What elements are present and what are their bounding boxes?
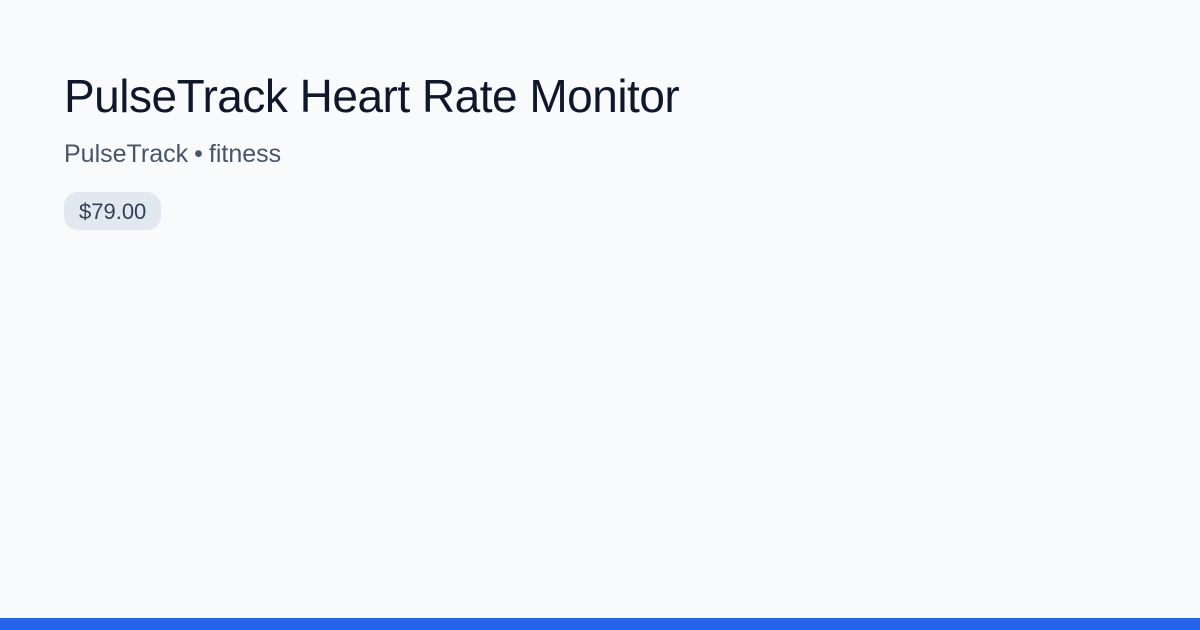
accent-bar bbox=[0, 618, 1200, 630]
product-title: PulseTrack Heart Rate Monitor bbox=[64, 70, 680, 122]
product-card: PulseTrack Heart Rate Monitor PulseTrack… bbox=[0, 0, 1200, 630]
category-name: fitness bbox=[208, 140, 282, 168]
meta-separator: • bbox=[194, 140, 203, 168]
brand-name: PulseTrack bbox=[64, 140, 189, 168]
price-badge: $79.00 bbox=[64, 192, 162, 230]
product-meta: PulseTrack • fitness bbox=[64, 138, 1136, 170]
